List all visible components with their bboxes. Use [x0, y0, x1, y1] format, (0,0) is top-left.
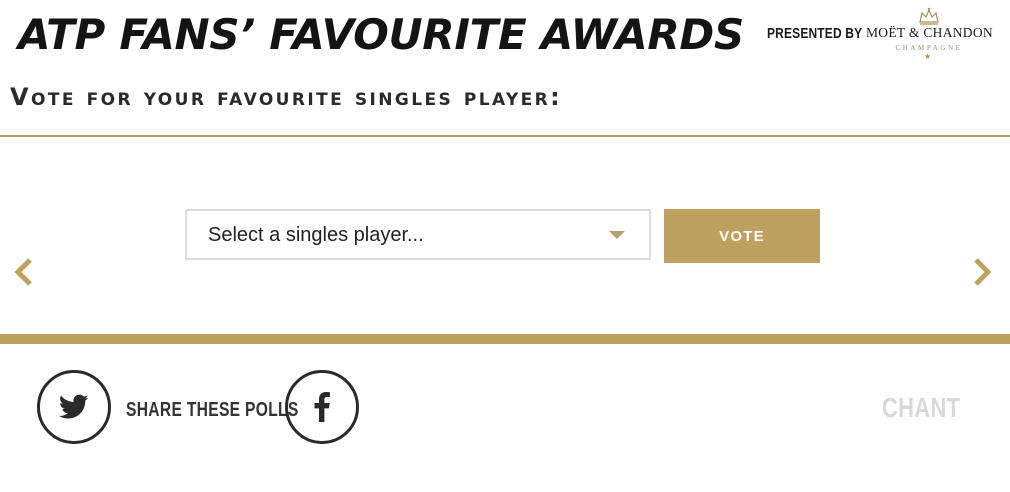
sponsor-name: MOËT & CHANDON: [866, 25, 993, 40]
crown-icon: [919, 7, 939, 25]
facebook-icon: [314, 392, 330, 422]
share-bar: SHARE THESE POLLS CHANT: [0, 344, 1010, 492]
page-header: ATP FANS’ FAVOURITE AWARDS PRESENTED BY …: [0, 0, 1010, 70]
page-title: ATP FANS’ FAVOURITE AWARDS: [18, 10, 744, 59]
poll-heading: Vote for your favourite singles player:: [10, 83, 563, 111]
vote-button[interactable]: VOTE: [664, 209, 820, 263]
player-select[interactable]: Select a singles player...: [185, 209, 651, 260]
presented-by-label: PRESENTED BY: [767, 25, 863, 42]
sponsor-logo: MOËT & CHANDON CHAMPAGNE ★: [866, 6, 993, 64]
player-select-value: Select a singles player...: [208, 224, 424, 246]
caret-down-icon: [609, 231, 625, 239]
facebook-share-button[interactable]: [285, 370, 359, 444]
twitter-icon: [59, 394, 89, 419]
gold-divider: [0, 334, 1010, 344]
chevron-left-icon[interactable]: [10, 254, 38, 290]
sponsor-subtitle: CHAMPAGNE: [895, 44, 963, 52]
twitter-share-button[interactable]: [37, 370, 111, 444]
chant-logo: CHANT: [882, 392, 961, 423]
vote-panel: Select a singles player... VOTE: [0, 137, 1010, 334]
chevron-right-icon[interactable]: [968, 254, 996, 290]
share-label: SHARE THESE POLLS: [126, 399, 299, 421]
star-icon: ★: [924, 52, 932, 61]
